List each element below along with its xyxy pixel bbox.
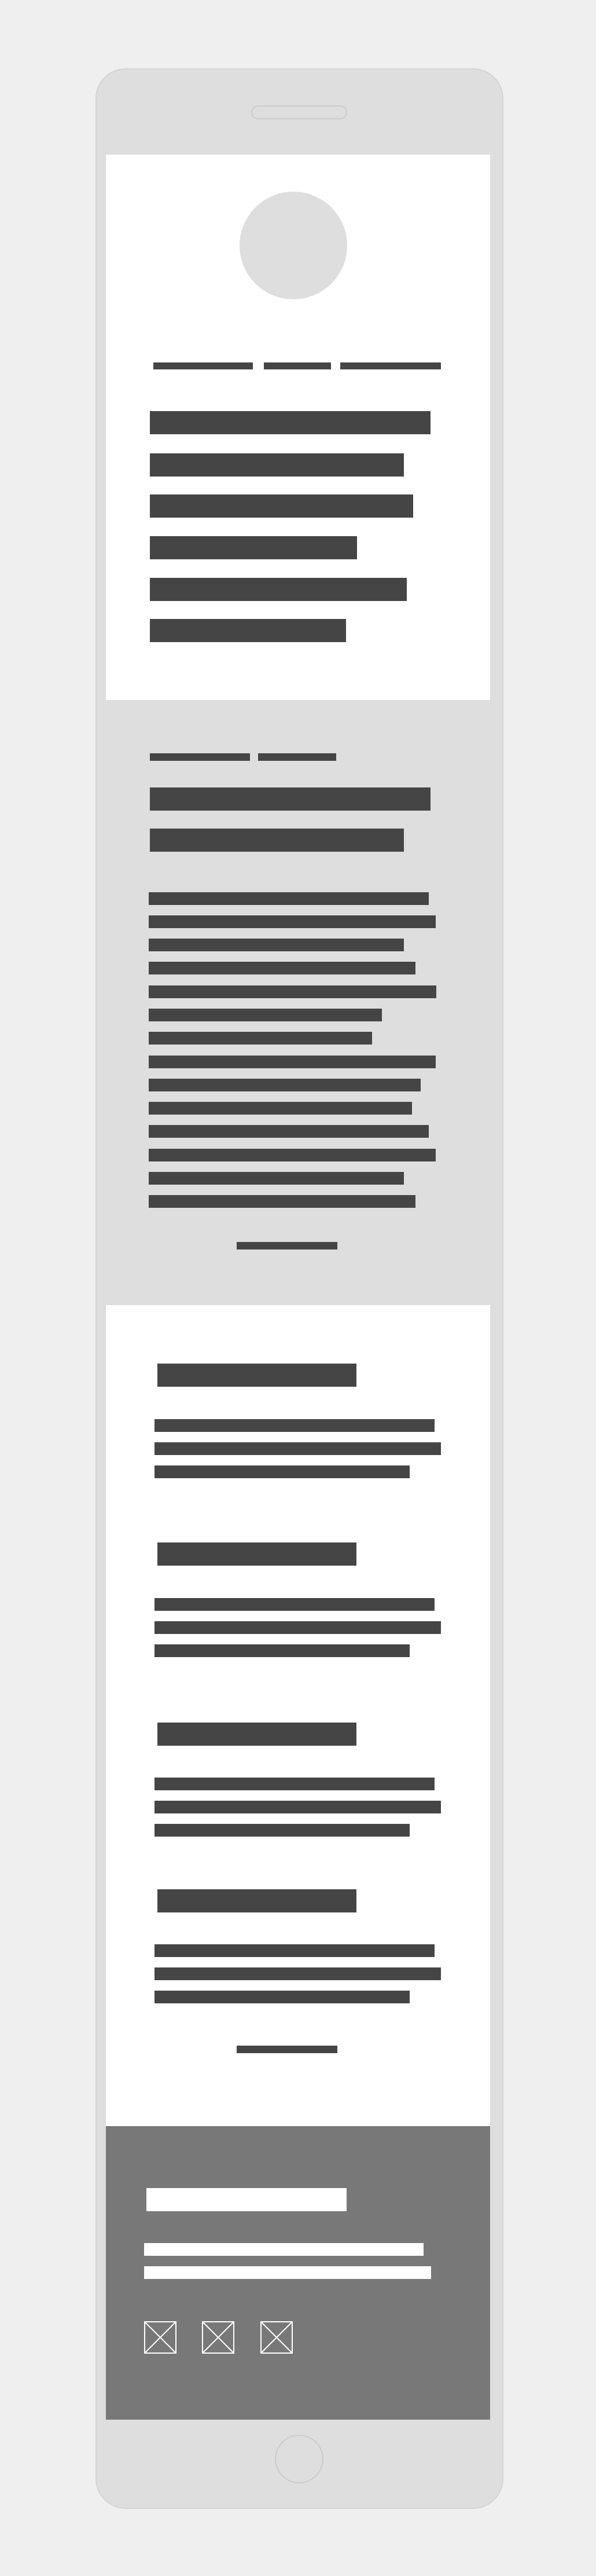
body-line	[149, 1195, 415, 1208]
footer-section	[106, 2126, 490, 2420]
heading-line-1	[150, 411, 431, 434]
body-line	[149, 1056, 436, 1068]
feature-text-line	[154, 1442, 441, 1455]
view-all-link[interactable]	[237, 2046, 337, 2053]
article-title-line-2	[150, 829, 404, 852]
read-more-link[interactable]	[237, 1242, 337, 1249]
phone-home-button[interactable]	[275, 2435, 323, 2483]
feature-text-line	[154, 1465, 410, 1478]
hero-section	[106, 155, 490, 700]
heading-line-2	[150, 453, 404, 477]
footer-text-line-2	[144, 2266, 431, 2279]
feature-text-line	[154, 1644, 410, 1657]
feature-text-line	[154, 1801, 441, 1813]
body-line	[149, 892, 429, 905]
body-line	[149, 1149, 436, 1161]
heading-line-6	[150, 619, 346, 642]
nav-link-3[interactable]	[340, 362, 441, 369]
nav-link-2[interactable]	[264, 362, 331, 369]
feature-heading-2	[157, 1542, 356, 1566]
footer-heading-placeholder	[146, 2188, 347, 2211]
wireframe-page: { "wireframe": { "style": "placeholder b…	[0, 0, 596, 2576]
feature-heading-3	[157, 1723, 356, 1746]
article-meta-line-1	[150, 753, 250, 761]
body-line	[149, 1102, 412, 1115]
feature-text-line	[154, 1778, 435, 1790]
placeholder-image-icon[interactable]	[202, 2321, 234, 2354]
footer-text-line-1	[144, 2243, 424, 2256]
body-line	[149, 915, 436, 928]
heading-line-4	[150, 536, 357, 559]
placeholder-image-icon[interactable]	[260, 2321, 293, 2354]
body-line	[149, 962, 415, 974]
feature-text-line	[154, 1419, 435, 1432]
heading-line-5	[150, 578, 407, 601]
feature-heading-4	[157, 1889, 356, 1912]
article-title-line-1	[150, 787, 431, 811]
body-line	[149, 1125, 429, 1138]
body-line	[149, 939, 404, 951]
feature-text-line	[154, 1991, 410, 2003]
heading-line-3	[150, 494, 413, 518]
body-line	[149, 1172, 404, 1185]
features-section	[106, 1305, 490, 2126]
nav-link-1[interactable]	[153, 362, 253, 369]
body-line	[149, 1009, 382, 1021]
placeholder-image-icon[interactable]	[144, 2321, 176, 2354]
phone-screen	[106, 155, 490, 2420]
feature-heading-1	[157, 1364, 356, 1387]
body-line	[149, 985, 436, 998]
feature-text-line	[154, 1621, 441, 1634]
phone-speaker	[251, 105, 347, 119]
feature-text-line	[154, 1944, 435, 1957]
article-meta-line-2	[258, 753, 336, 761]
feature-text-line	[154, 1967, 441, 1980]
body-line	[149, 1032, 372, 1045]
feature-text-line	[154, 1598, 435, 1611]
article-section	[106, 700, 490, 1305]
avatar-placeholder	[240, 192, 347, 299]
feature-text-line	[154, 1824, 410, 1837]
body-line	[149, 1079, 421, 1091]
